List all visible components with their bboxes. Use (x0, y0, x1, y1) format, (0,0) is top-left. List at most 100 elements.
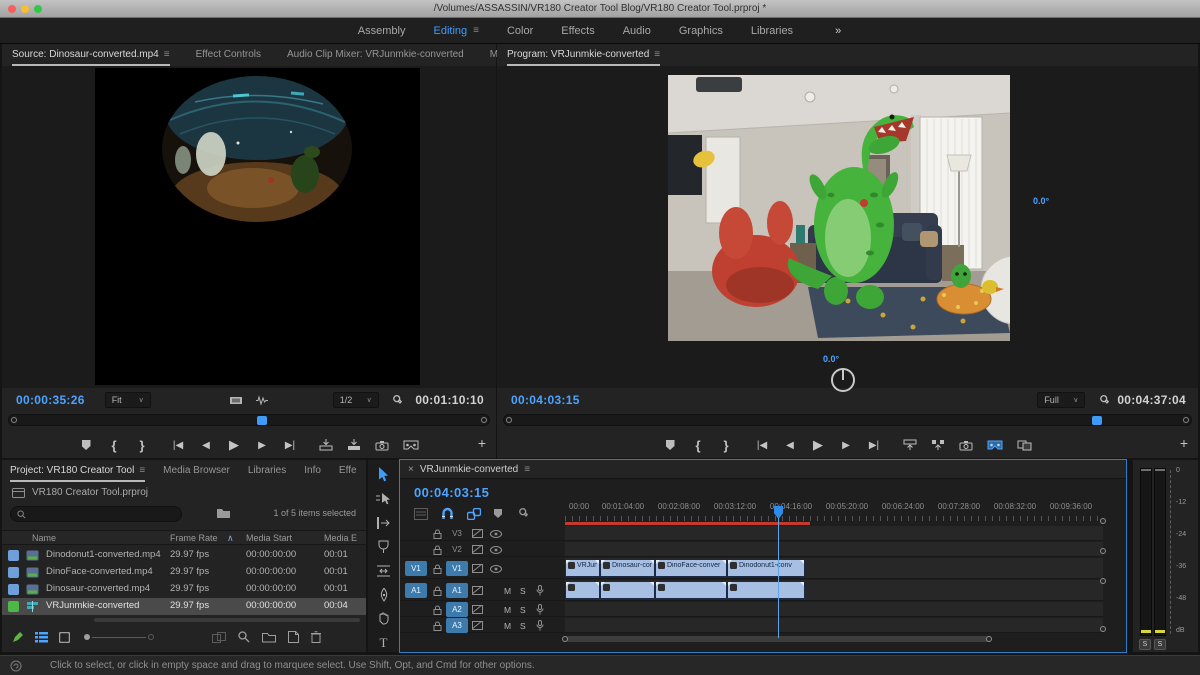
drag-video-icon[interactable] (229, 392, 243, 408)
lock-icon[interactable] (433, 545, 442, 555)
sync-lock-icon[interactable] (472, 529, 483, 538)
lock-icon[interactable] (433, 621, 442, 631)
extract-button[interactable] (931, 437, 945, 453)
source-zoom-select[interactable]: Fit∨ (105, 392, 151, 408)
mark-in-button[interactable]: { (107, 437, 121, 453)
timeline-tab-label[interactable]: VRJunmkie-converted (420, 464, 518, 475)
label-color-chip[interactable] (8, 567, 19, 578)
lift-button[interactable] (903, 437, 917, 453)
track-target-a2[interactable]: A2 (446, 602, 468, 617)
button-editor-plus[interactable]: + (1180, 435, 1188, 451)
timeline-clip-dinoface[interactable]: DinoFace-conver (655, 559, 727, 577)
overwrite-button[interactable] (347, 437, 361, 453)
panel-menu-icon[interactable]: ≡ (654, 44, 660, 66)
source-patch-v1[interactable]: V1 (405, 561, 427, 576)
drag-audio-icon[interactable] (255, 392, 269, 408)
timeline-vertical-scrollbar[interactable] (1100, 626, 1106, 632)
workspace-menu-icon[interactable]: ≡ (473, 25, 479, 36)
automate-to-sequence-icon[interactable] (212, 632, 226, 643)
sync-lock-icon[interactable] (472, 586, 483, 595)
snap-magnet-icon[interactable] (441, 507, 454, 520)
workspace-tab-graphics[interactable]: Graphics (679, 25, 723, 37)
razor-tool[interactable] (374, 538, 394, 555)
selection-tool[interactable] (374, 466, 394, 483)
workspace-tab-color[interactable]: Color (507, 25, 533, 37)
lock-icon[interactable] (433, 605, 442, 615)
sync-lock-icon[interactable] (472, 621, 483, 630)
project-writable-icon[interactable] (12, 632, 23, 643)
timeline-vertical-scrollbar[interactable] (1100, 578, 1106, 584)
tab-media-browser[interactable]: Media Browser (163, 460, 230, 482)
tab-project[interactable]: Project: VR180 Creator Tool≡ (10, 460, 145, 482)
solo-button[interactable]: S (520, 621, 526, 631)
nested-sequence-icon[interactable] (414, 508, 428, 520)
add-marker-icon[interactable] (494, 509, 502, 518)
play-button[interactable]: ▶ (227, 437, 241, 453)
step-back-button[interactable]: ◀ (783, 437, 797, 453)
mark-out-button[interactable]: } (719, 437, 733, 453)
track-target-v3[interactable]: V3 (446, 526, 468, 541)
voiceover-mic-icon[interactable] (536, 585, 544, 596)
tab-info[interactable]: Info (304, 460, 321, 482)
sync-lock-icon[interactable] (472, 545, 483, 554)
type-tool[interactable]: T (374, 634, 394, 651)
project-table-header[interactable]: Name Frame Rate ∧ Media Start Media E (2, 530, 366, 545)
track-visibility-eye-icon[interactable] (490, 565, 502, 573)
track-target-v2[interactable]: V2 (446, 542, 468, 557)
tab-audio-clip-mixer[interactable]: Audio Clip Mixer: VRJunmkie-converted (287, 44, 464, 66)
source-scrubber[interactable] (8, 414, 490, 426)
settings-wrench-icon[interactable] (389, 392, 403, 408)
lock-icon[interactable] (433, 586, 442, 596)
solo-right-button[interactable]: S (1154, 639, 1166, 650)
insert-button[interactable] (319, 437, 333, 453)
project-row-dinodonut1[interactable]: Dinodonut1-converted.mp4 29.97 fps 00:00… (2, 547, 366, 564)
list-view-icon[interactable] (35, 632, 48, 643)
pen-tool[interactable] (374, 586, 394, 603)
panel-menu-icon[interactable]: ≡ (524, 464, 530, 475)
program-scrubber[interactable] (503, 414, 1192, 426)
goto-in-button[interactable]: |◀ (171, 437, 185, 453)
export-frame-button[interactable] (959, 437, 973, 453)
scrollbar-end[interactable] (506, 417, 512, 423)
hand-tool[interactable] (374, 610, 394, 627)
solo-left-button[interactable]: S (1139, 639, 1151, 650)
tab-effect-controls[interactable]: Effect Controls (196, 44, 261, 66)
mark-out-button[interactable]: } (135, 437, 149, 453)
play-button[interactable]: ▶ (811, 437, 825, 453)
timeline-clip-dinosaur[interactable]: Dinosaur-conv (600, 559, 655, 577)
new-item-icon[interactable] (288, 631, 299, 643)
track-target-a3[interactable]: A3 (446, 618, 468, 633)
timeline-audio-clip-dinosaur[interactable] (600, 581, 655, 599)
project-row-vrjunmkie-selected[interactable]: VRJunmkie-converted 29.97 fps 00:00:00:0… (2, 598, 366, 615)
export-frame-button[interactable] (375, 437, 389, 453)
timeline-vertical-scrollbar[interactable] (1100, 548, 1106, 554)
timeline-settings-wrench-icon[interactable] (515, 507, 528, 520)
workspace-tab-effects[interactable]: Effects (561, 25, 594, 37)
goto-out-button[interactable]: ▶| (283, 437, 297, 453)
trash-icon[interactable] (311, 631, 321, 643)
solo-button[interactable]: S (520, 605, 526, 615)
add-marker-button[interactable] (663, 437, 677, 453)
program-timecode[interactable]: 00:04:03:15 (511, 393, 580, 407)
new-bin-icon[interactable] (262, 632, 276, 643)
comparison-view-button[interactable] (1017, 437, 1032, 453)
vr-video-button[interactable] (403, 437, 419, 453)
add-marker-button[interactable] (79, 437, 93, 453)
voiceover-mic-icon[interactable] (536, 604, 544, 615)
slip-tool[interactable] (374, 562, 394, 579)
close-tab-icon[interactable]: × (408, 464, 414, 475)
program-playhead-handle[interactable] (1092, 416, 1102, 425)
settings-wrench-icon[interactable] (1095, 392, 1109, 408)
project-breadcrumb[interactable]: VR180 Creator Tool.prproj (12, 487, 148, 498)
find-icon[interactable] (238, 631, 250, 643)
tab-effects-truncated[interactable]: Effe (339, 460, 357, 482)
project-row-dinoface[interactable]: DinoFace-converted.mp4 29.97 fps 00:00:0… (2, 564, 366, 581)
media-browser-folder-icon[interactable] (216, 507, 231, 519)
label-color-chip[interactable] (8, 601, 19, 612)
workspace-tab-assembly[interactable]: Assembly (358, 25, 406, 37)
thumbnail-zoom-slider[interactable] (84, 632, 154, 642)
source-viewer[interactable] (2, 66, 496, 388)
scrollbar-end[interactable] (562, 636, 568, 642)
button-editor-plus[interactable]: + (478, 435, 486, 451)
label-color-chip[interactable] (8, 550, 19, 561)
